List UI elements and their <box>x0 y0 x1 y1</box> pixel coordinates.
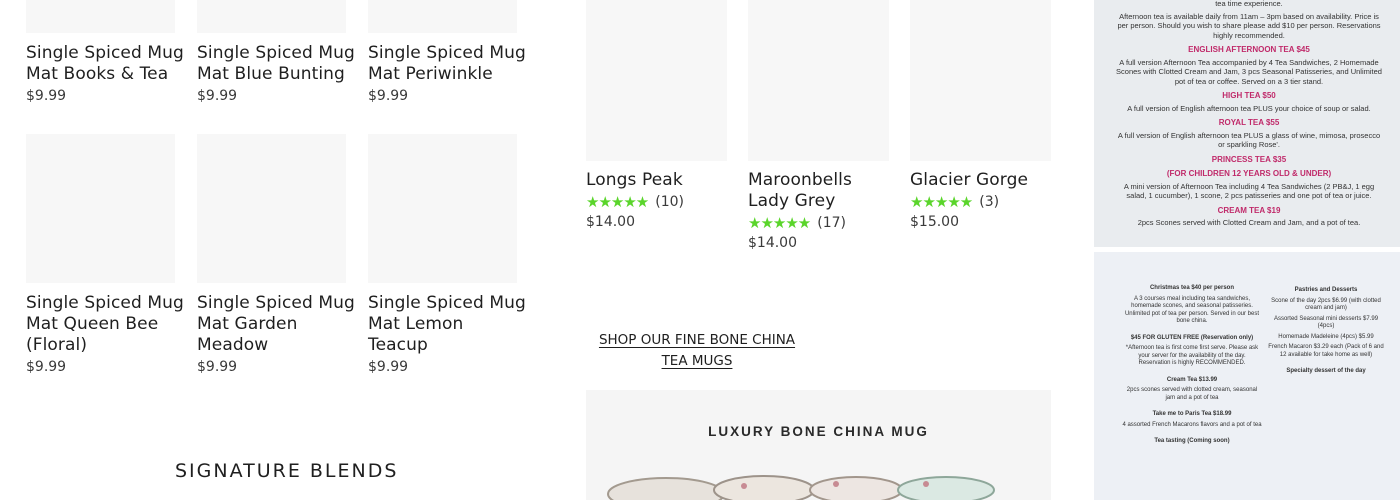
product-card[interactable]: Single Spiced Mug Mat Periwinkle $9.99 <box>368 43 528 106</box>
menu-heading: Pastries and Desserts <box>1294 287 1358 293</box>
menu-left-column: Christmas tea $40 per person A 3 courses … <box>1122 276 1262 446</box>
tea-card[interactable]: Maroonbells Lady Grey ★★★★★ (17) $14.00 <box>748 170 898 253</box>
product-title[interactable]: Single Spiced Mug Mat Garden Meadow <box>197 293 357 356</box>
star-icon: ★★★★★ <box>910 193 973 211</box>
product-image[interactable] <box>748 0 889 161</box>
product-price: $15.00 <box>910 214 959 230</box>
menu-heading: Tea tasting (Coming soon) <box>1154 438 1230 444</box>
menu-heading: (FOR CHILDREN 12 YEARS OLD & UNDER) <box>1166 169 1332 178</box>
menu-line: A mini version of Afternoon Tea includin… <box>1123 181 1375 201</box>
menu-text-block: tea time experience. Afternoon tea is ava… <box>1114 0 1384 228</box>
menu-heading: ROYAL TEA $55 <box>1218 118 1280 127</box>
menu-right-column: Pastries and Desserts Scone of the day 2p… <box>1266 278 1386 376</box>
menu-line: French Macaron $3.29 each (Pack of 6 and… <box>1268 344 1384 358</box>
product-image[interactable] <box>26 0 175 33</box>
product-title[interactable]: Single Spiced Mug Mat Books & Tea <box>26 43 186 85</box>
product-card[interactable]: Single Spiced Mug Mat Lemon Teacup $9.99 <box>368 293 528 377</box>
mugs-illustration <box>607 475 995 500</box>
star-icon: ★★★★★ <box>748 214 811 232</box>
product-price: $9.99 <box>26 359 67 375</box>
menu-heading: ENGLISH AFTERNOON TEA $45 <box>1188 45 1310 54</box>
menu-line: Scone of the day 2pcs $6.99 (with clotte… <box>1271 297 1381 312</box>
star-icon: ★★★★★ <box>586 193 649 211</box>
menu-line: A full version of English afternoon tea … <box>1127 103 1371 113</box>
menu-heading: HIGH TEA $50 <box>1222 91 1276 100</box>
product-card[interactable]: Single Spiced Mug Mat Queen Bee (Floral)… <box>26 293 186 377</box>
menu-line: tea time experience. <box>1215 0 1283 8</box>
promo-banner[interactable]: LUXURY BONE CHINA MUG <box>586 390 1051 500</box>
product-price: $14.00 <box>748 235 797 251</box>
menu-heading: $45 FOR GLUTEN FREE (Reservation only) <box>1130 334 1254 341</box>
menu-line: Afternoon tea is available daily from 11… <box>1117 11 1381 40</box>
menu-photo-2[interactable]: Christmas tea $40 per person A 3 courses … <box>1094 252 1400 500</box>
menu-line: 2pcs scones served with clotted cream, s… <box>1126 387 1258 401</box>
product-image[interactable] <box>368 0 517 33</box>
product-title[interactable]: Single Spiced Mug Mat Queen Bee (Floral) <box>26 293 186 356</box>
menu-heading: Cream Tea $13.99 <box>1166 376 1218 383</box>
menu-line: A full version of English afternoon tea … <box>1117 130 1381 150</box>
menu-heading: CREAM TEA $19 <box>1217 205 1281 215</box>
rating: ★★★★★ (17) <box>748 214 898 232</box>
menu-heading: Take me to Paris Tea $18.99 <box>1152 411 1232 417</box>
product-title[interactable]: Maroonbells Lady Grey <box>748 170 898 212</box>
product-price: $9.99 <box>197 88 238 104</box>
product-card[interactable]: Single Spiced Mug Mat Books & Tea $9.99 <box>26 43 186 106</box>
product-price: $9.99 <box>368 88 409 104</box>
menu-line: Homemade Madeleine (4pcs) $5.99 <box>1278 333 1374 340</box>
product-card[interactable]: Single Spiced Mug Mat Blue Bunting $9.99 <box>197 43 357 106</box>
product-title[interactable]: Single Spiced Mug Mat Blue Bunting <box>197 43 357 85</box>
menu-heading: Christmas tea $40 per person <box>1149 285 1235 291</box>
product-image[interactable] <box>26 134 175 283</box>
product-image[interactable] <box>586 0 727 161</box>
menu-heading: Specialty dessert of the day <box>1286 368 1366 374</box>
product-title[interactable]: Single Spiced Mug Mat Lemon Teacup <box>368 293 528 356</box>
product-price: $9.99 <box>368 359 409 375</box>
rating: ★★★★★ (10) <box>586 193 736 211</box>
tea-card[interactable]: Longs Peak ★★★★★ (10) $14.00 <box>586 170 736 232</box>
promo-caption: LUXURY BONE CHINA MUG <box>708 424 929 439</box>
product-title[interactable]: Longs Peak <box>586 170 736 191</box>
product-price: $14.00 <box>586 214 635 230</box>
product-image[interactable] <box>368 134 517 283</box>
product-image[interactable] <box>197 134 346 283</box>
tea-card[interactable]: Glacier Gorge ★★★★★ (3) $15.00 <box>910 170 1060 232</box>
product-title[interactable]: Single Spiced Mug Mat Periwinkle <box>368 43 528 85</box>
menu-line: A 3 courses meal including tea sandwiche… <box>1124 295 1260 325</box>
menu-line: *Afternoon tea is first come first serve… <box>1125 345 1259 366</box>
menu-line: A full version Afternoon Tea accompanied… <box>1116 57 1382 86</box>
product-price: $9.99 <box>197 359 238 375</box>
signature-blends-heading: SIGNATURE BLENDS <box>175 460 399 482</box>
product-price: $9.99 <box>26 88 67 104</box>
menu-line: Assorted Seasonal mini desserts $7.99 (4… <box>1273 315 1379 330</box>
menu-line: 2pcs Scones served with Clotted Cream an… <box>1137 218 1361 227</box>
shop-bone-china-link[interactable]: SHOP OUR FINE BONE CHINA TEA MUGS <box>586 330 808 372</box>
menu-line: 4 assorted French Macarons flavors and a… <box>1122 421 1262 428</box>
menu-photo-1[interactable]: tea time experience. Afternoon tea is ava… <box>1094 0 1400 247</box>
review-count: (17) <box>817 215 846 231</box>
menu-heading: PRINCESS TEA $35 <box>1211 154 1287 164</box>
product-image[interactable] <box>197 0 346 33</box>
review-count: (3) <box>979 194 1000 210</box>
rating: ★★★★★ (3) <box>910 193 1060 211</box>
review-count: (10) <box>655 194 684 210</box>
product-title[interactable]: Glacier Gorge <box>910 170 1060 191</box>
product-image[interactable] <box>910 0 1051 161</box>
product-card[interactable]: Single Spiced Mug Mat Garden Meadow $9.9… <box>197 293 357 377</box>
